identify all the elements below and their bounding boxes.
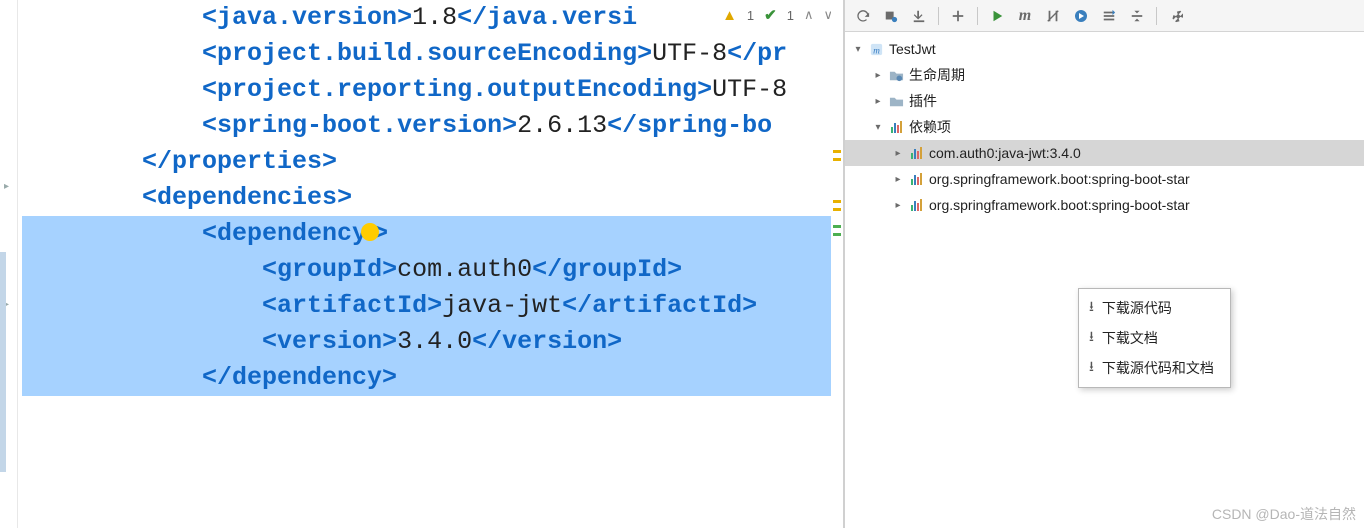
editor-pane[interactable]: ▸ ▸ <java.version>1.8</java.versi <proje… (0, 0, 844, 528)
chevron-right-icon[interactable]: ▸ (871, 70, 885, 81)
download-icon[interactable] (907, 4, 931, 28)
library-icon (907, 170, 925, 188)
download-icon: ⭳ (1089, 326, 1094, 350)
library-icon (907, 144, 925, 162)
code-line[interactable]: <spring-boot.version>2.6.13</spring-bo (22, 108, 843, 144)
tree-label: org.springframework.boot:spring-boot-sta… (929, 197, 1190, 213)
code-line[interactable]: <project.reporting.outputEncoding>UTF-8 (22, 72, 843, 108)
inspections-widget[interactable]: ▲ 1 ✔ 1 ∧ ∨ (722, 6, 833, 24)
collapse-all-icon[interactable] (1125, 4, 1149, 28)
library-icon (907, 196, 925, 214)
code-line[interactable]: <groupId>com.auth0</groupId> (22, 252, 843, 288)
dependencies-icon (887, 118, 905, 136)
code-line[interactable]: <version>3.4.0</version> (22, 324, 843, 360)
code-line[interactable]: <dependency> (22, 216, 843, 252)
generate-sources-icon[interactable] (879, 4, 903, 28)
chevron-right-icon[interactable]: ▸ (891, 200, 905, 211)
chevron-right-icon[interactable]: ▸ (891, 174, 905, 185)
code-line[interactable]: <project.build.sourceEncoding>UTF-8</pr (22, 36, 843, 72)
tree-root[interactable]: ▾ m TestJwt (845, 36, 1364, 62)
intention-bulb-icon[interactable] (361, 223, 379, 241)
warning-count: 1 (747, 8, 754, 23)
settings-icon[interactable] (1164, 4, 1188, 28)
tree-dep-item[interactable]: ▸ org.springframework.boot:spring-boot-s… (845, 192, 1364, 218)
maven-tool-window: m ▾ m TestJwt ▸ 生命周期 ▸ 插件 (844, 0, 1364, 528)
menu-download-sources-and-docs[interactable]: ⭳ 下载源代码和文档 (1079, 353, 1230, 383)
execute-goal-icon[interactable]: m (1013, 4, 1037, 28)
folder-icon (887, 92, 905, 110)
folder-gear-icon (887, 66, 905, 84)
code-line[interactable]: </properties> (22, 144, 843, 180)
maven-tree[interactable]: ▾ m TestJwt ▸ 生命周期 ▸ 插件 ▾ 依赖项 ▸ (845, 32, 1364, 528)
show-dependencies-icon[interactable] (1097, 4, 1121, 28)
tree-dep-item[interactable]: ▸ org.springframework.boot:spring-boot-s… (845, 166, 1364, 192)
chevron-up-icon[interactable]: ∧ (804, 7, 814, 23)
code-line[interactable]: <artifactId>java-jwt</artifactId> (22, 288, 843, 324)
tree-label: 插件 (909, 91, 937, 111)
svg-text:m: m (873, 46, 880, 56)
tree-plugins[interactable]: ▸ 插件 (845, 88, 1364, 114)
code-area[interactable]: <java.version>1.8</java.versi <project.b… (0, 0, 843, 396)
download-icon: ⭳ (1089, 356, 1094, 380)
chevron-down-icon[interactable]: ▾ (871, 122, 885, 133)
tree-lifecycle[interactable]: ▸ 生命周期 (845, 62, 1364, 88)
context-menu: ⭳ 下载源代码 ⭳ 下载文档 ⭳ 下载源代码和文档 (1078, 288, 1231, 388)
tree-dependencies[interactable]: ▾ 依赖项 (845, 114, 1364, 140)
check-icon: ✔ (764, 6, 777, 24)
maven-toolbar: m (845, 0, 1364, 32)
code-line[interactable]: </dependency> (22, 360, 843, 396)
maven-module-icon: m (867, 40, 885, 58)
menu-download-sources[interactable]: ⭳ 下载源代码 (1079, 293, 1230, 323)
add-icon[interactable] (946, 4, 970, 28)
tree-label: org.springframework.boot:spring-boot-sta… (929, 171, 1190, 187)
chevron-right-icon[interactable]: ▸ (871, 96, 885, 107)
menu-download-docs[interactable]: ⭳ 下载文档 (1079, 323, 1230, 353)
menu-label: 下载文档 (1102, 328, 1158, 348)
tree-label: TestJwt (889, 41, 936, 57)
warning-icon: ▲ (722, 7, 737, 24)
code-line[interactable]: <java.version>1.8</java.versi (22, 0, 843, 36)
toggle-offline-icon[interactable] (1069, 4, 1093, 28)
watermark: CSDN @Dao-道法自然 (1212, 504, 1356, 524)
download-icon: ⭳ (1089, 296, 1094, 320)
tree-label: 生命周期 (909, 65, 965, 85)
chevron-right-icon[interactable]: ▸ (891, 148, 905, 159)
menu-label: 下载源代码和文档 (1102, 358, 1214, 378)
code-line[interactable]: <dependencies> (22, 180, 843, 216)
menu-label: 下载源代码 (1102, 298, 1172, 318)
toggle-skip-tests-icon[interactable] (1041, 4, 1065, 28)
chevron-down-icon[interactable]: ▾ (851, 44, 865, 55)
tree-label: com.auth0:java-jwt:3.4.0 (929, 145, 1081, 161)
tree-dep-item[interactable]: ▸ com.auth0:java-jwt:3.4.0 (845, 140, 1364, 166)
tree-label: 依赖项 (909, 117, 951, 137)
error-stripe[interactable] (831, 0, 843, 528)
refresh-icon[interactable] (851, 4, 875, 28)
check-count: 1 (787, 8, 794, 23)
run-icon[interactable] (985, 4, 1009, 28)
